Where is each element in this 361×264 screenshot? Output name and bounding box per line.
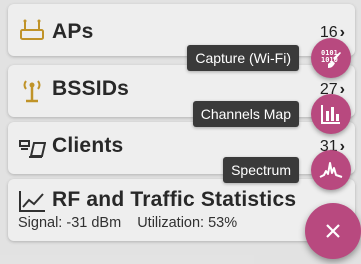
spectrum-button[interactable] (311, 150, 351, 190)
fab-item-capture-wifi[interactable]: Capture (Wi-Fi) 0101 1010 (187, 38, 351, 78)
capture-wifi-button[interactable]: 0101 1010 (311, 38, 351, 78)
channels-map-button[interactable] (311, 94, 351, 134)
fab-item-tooltip: Channels Map (192, 101, 299, 127)
fab-item-tooltip: Capture (Wi-Fi) (187, 45, 299, 71)
fab-item-tooltip: Spectrum (223, 157, 299, 183)
fab-close-button[interactable] (305, 203, 361, 259)
fab-item-spectrum[interactable]: Spectrum (191, 150, 351, 190)
channels-map-icon (321, 105, 340, 124)
capture-wifi-icon: 0101 1010 (321, 49, 341, 68)
close-icon (326, 224, 340, 238)
spectrum-icon (319, 162, 343, 178)
fab-item-channels-map[interactable]: Channels Map (191, 94, 351, 134)
